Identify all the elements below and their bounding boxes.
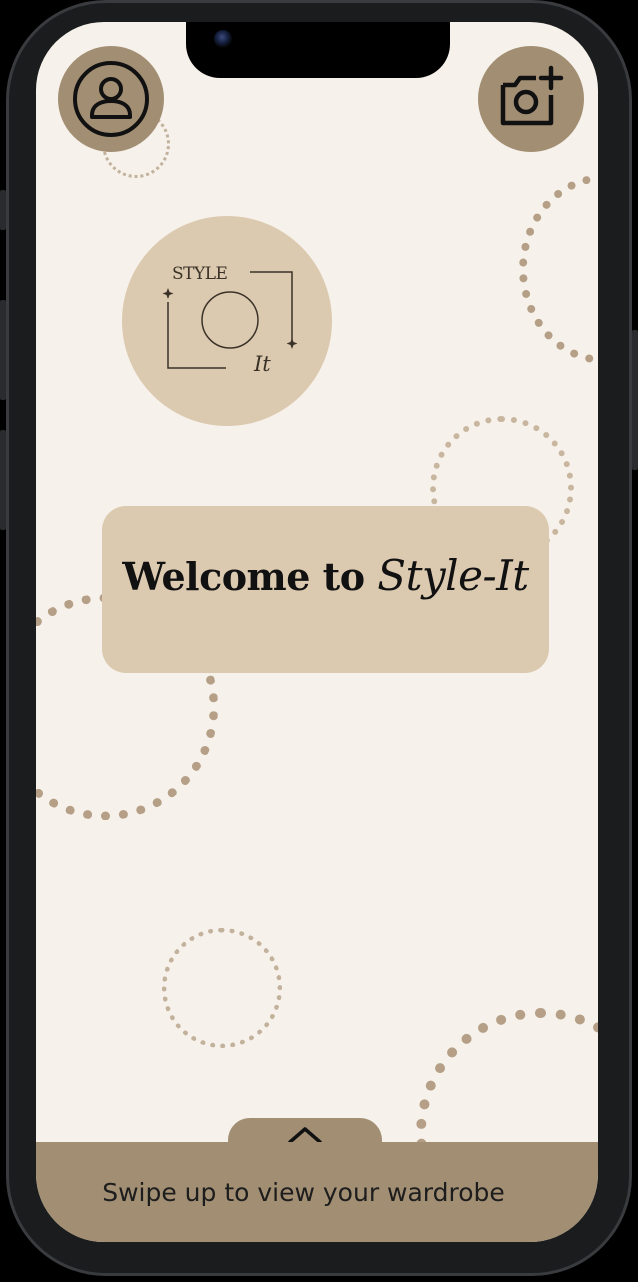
logo-bottom-text: It bbox=[254, 352, 271, 376]
side-button bbox=[0, 300, 6, 400]
app-screen: STYLE It Welcome to Style-It Swipe up to… bbox=[36, 22, 598, 1242]
decorative-ring bbox=[162, 928, 282, 1048]
side-button bbox=[0, 430, 6, 530]
front-camera bbox=[214, 30, 232, 48]
swipe-hint: Swipe up to view your wardrobe bbox=[102, 1178, 505, 1207]
side-button bbox=[0, 190, 6, 230]
user-icon bbox=[73, 61, 149, 137]
logo-frame-graphic bbox=[162, 271, 298, 369]
decorative-ring bbox=[519, 174, 598, 364]
welcome-prefix: Welcome to bbox=[122, 554, 365, 599]
side-button bbox=[632, 330, 638, 470]
camera-add-icon bbox=[500, 65, 564, 126]
notch bbox=[186, 22, 450, 78]
welcome-card: Welcome to Style-It bbox=[102, 506, 549, 673]
profile-button[interactable] bbox=[58, 46, 164, 152]
add-photo-button[interactable] bbox=[478, 46, 584, 152]
app-logo: STYLE It bbox=[122, 216, 332, 426]
logo-top-text: STYLE bbox=[172, 264, 228, 284]
welcome-heading: Welcome to Style-It bbox=[122, 551, 529, 600]
brand-name: Style-It bbox=[377, 551, 529, 600]
